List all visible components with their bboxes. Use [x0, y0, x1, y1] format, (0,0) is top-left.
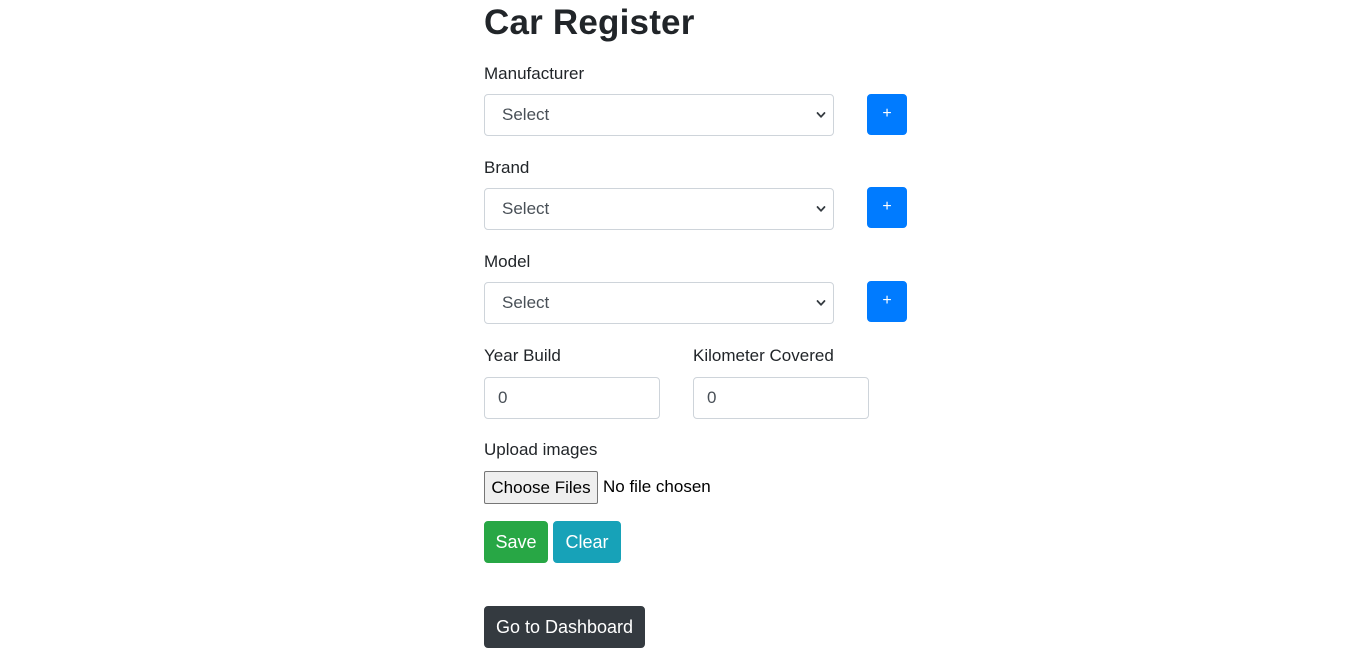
- brand-select-value: Select: [502, 199, 550, 218]
- add-manufacturer-button[interactable]: +: [867, 94, 907, 135]
- chevron-down-icon: [816, 206, 826, 212]
- brand-label: Brand: [484, 158, 530, 177]
- year-build-input[interactable]: 0: [484, 377, 660, 419]
- model-label: Model: [484, 252, 531, 271]
- model-select-value: Select: [502, 293, 550, 312]
- add-model-button[interactable]: +: [867, 281, 907, 322]
- add-brand-button[interactable]: +: [867, 187, 907, 228]
- chevron-down-icon: [816, 112, 826, 118]
- manufacturer-select-value: Select: [502, 105, 550, 124]
- year-build-label: Year Build: [484, 346, 561, 365]
- model-select[interactable]: Select: [484, 282, 834, 324]
- brand-select[interactable]: Select: [484, 188, 834, 230]
- choose-files-button[interactable]: Choose Files: [484, 471, 598, 504]
- kilometer-covered-input[interactable]: 0: [693, 377, 869, 419]
- manufacturer-select[interactable]: Select: [484, 94, 834, 136]
- kilometer-covered-label: Kilometer Covered: [693, 346, 834, 365]
- upload-images-label: Upload images: [484, 440, 598, 459]
- page-title: Car Register: [484, 3, 695, 42]
- clear-button[interactable]: Clear: [553, 521, 621, 563]
- manufacturer-label: Manufacturer: [484, 64, 585, 83]
- chevron-down-icon: [816, 300, 826, 306]
- save-button[interactable]: Save: [484, 521, 548, 563]
- file-status-text: No file chosen: [603, 477, 711, 496]
- go-to-dashboard-button[interactable]: Go to Dashboard: [484, 606, 645, 648]
